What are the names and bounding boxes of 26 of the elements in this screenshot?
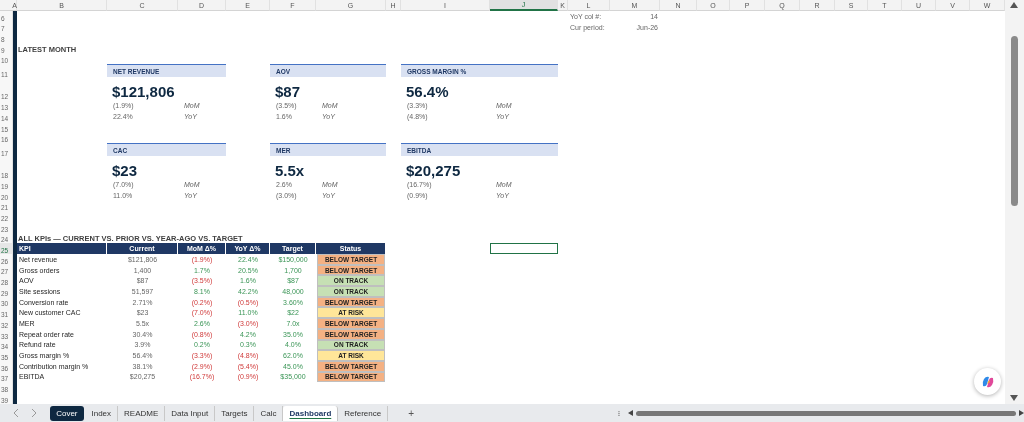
sheet-tab[interactable]: Data Input — [165, 405, 216, 421]
card-value: $23 — [111, 161, 139, 180]
add-sheet-button[interactable]: + — [406, 407, 417, 419]
sheet-tab[interactable]: Dashboard — [283, 405, 339, 421]
scroll-up-icon[interactable] — [1010, 2, 1018, 8]
card-value: $20,275 — [405, 161, 462, 180]
vertical-scrollbar[interactable] — [1005, 0, 1024, 404]
sparkle-icon[interactable] — [980, 374, 995, 389]
scroll-thumb[interactable] — [1011, 36, 1018, 206]
card-value: 5.5x — [274, 161, 306, 180]
scroll-left-icon[interactable] — [628, 410, 633, 416]
sheet-tab[interactable]: Targets — [215, 405, 255, 421]
sheet-tab[interactable]: Cover — [50, 405, 84, 421]
scroll-down-icon[interactable] — [1010, 395, 1018, 401]
previous-sheet-icon[interactable] — [14, 409, 19, 417]
sheet-tab[interactable]: Index — [85, 405, 119, 421]
next-sheet-icon[interactable] — [31, 409, 36, 417]
selected-cell[interactable] — [490, 243, 558, 254]
sheet-tab[interactable]: Reference — [338, 405, 389, 421]
sheet-tab[interactable]: README — [118, 405, 166, 421]
card-value: $87 — [274, 82, 302, 101]
scroll-right-icon[interactable] — [1019, 410, 1024, 416]
horizontal-scrollbar[interactable] — [636, 410, 1016, 416]
card-value: 56.4% — [405, 82, 450, 101]
copilot-button[interactable] — [974, 368, 1001, 395]
card-value: $121,806 — [111, 82, 176, 101]
